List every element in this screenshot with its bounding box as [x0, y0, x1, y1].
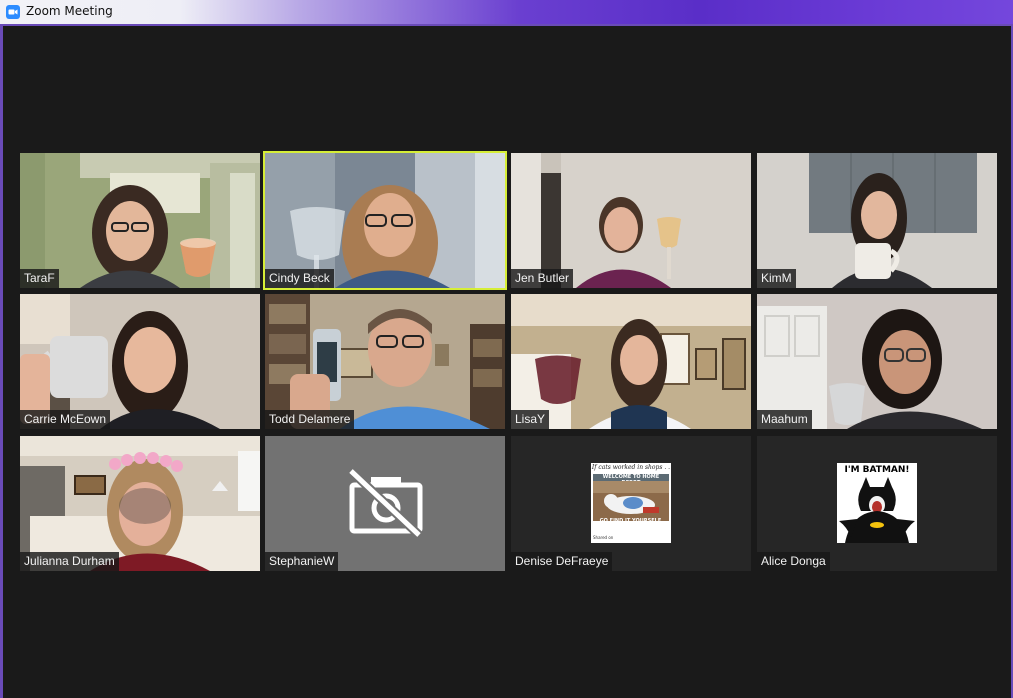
- video-tile-lisa[interactable]: LisaY: [511, 294, 751, 429]
- participant-video: [20, 153, 260, 288]
- window-title: Zoom Meeting: [26, 4, 113, 18]
- batman-caption: I'M BATMAN!: [844, 465, 910, 475]
- meme-bottom-text: GO FIND IT YOURSELF.: [599, 518, 663, 524]
- video-tile-carrie[interactable]: Carrie McEown: [20, 294, 260, 429]
- participant-name-label: Maahum: [757, 410, 812, 429]
- participant-video: [757, 153, 997, 288]
- participant-name-label: Julianna Durham: [20, 552, 119, 571]
- video-tile-denise[interactable]: If cats worked in shops . . . WELCOME TO…: [511, 436, 751, 571]
- participant-video: [757, 294, 997, 429]
- zoom-meeting-window: Zoom Meeting TaraF Cindy Beck Jen Butler…: [0, 0, 1013, 698]
- participant-video: [511, 153, 751, 288]
- participant-name-label: Jen Butler: [511, 269, 574, 288]
- window-frame-top: [0, 24, 1013, 26]
- camera-off-icon: [349, 469, 423, 537]
- participant-name-label: TaraF: [20, 269, 59, 288]
- profile-picture: If cats worked in shops . . . WELCOME TO…: [591, 463, 671, 543]
- participant-name-label: Todd Delamere: [265, 410, 355, 429]
- video-tile-jen[interactable]: Jen Butler: [511, 153, 751, 288]
- participant-name-label: LisaY: [511, 410, 550, 429]
- video-tile-cindy[interactable]: Cindy Beck: [265, 153, 505, 288]
- participant-video: [511, 294, 751, 429]
- participant-name-label: StephanieW: [265, 552, 339, 571]
- video-tile-stephanie[interactable]: StephanieW: [265, 436, 505, 571]
- participant-name-label: Alice Donga: [757, 552, 830, 571]
- participant-name-label: Denise DeFraeye: [511, 552, 613, 571]
- window-frame-left: [0, 24, 3, 698]
- video-tile-tara[interactable]: TaraF: [20, 153, 260, 288]
- participant-name-label: KimM: [757, 269, 796, 288]
- video-tile-alice[interactable]: I'M BATMAN! Alice Donga: [757, 436, 997, 571]
- video-tile-maahum[interactable]: Maahum: [757, 294, 997, 429]
- participant-name-label: Cindy Beck: [265, 269, 334, 288]
- participant-video: [20, 436, 260, 571]
- video-tile-julianna[interactable]: Julianna Durham: [20, 436, 260, 571]
- meme-footer-text: Shared on: [593, 535, 614, 540]
- title-bar[interactable]: Zoom Meeting: [0, 0, 1013, 24]
- zoom-camera-icon: [6, 5, 20, 19]
- cat-image: [593, 481, 669, 521]
- participant-video: [20, 294, 260, 429]
- video-tile-kim[interactable]: KimM: [757, 153, 997, 288]
- participant-video: [265, 294, 505, 429]
- video-tile-todd[interactable]: Todd Delamere: [265, 294, 505, 429]
- participant-video: [265, 153, 505, 288]
- batman-cartoon: [839, 477, 915, 543]
- profile-picture: I'M BATMAN!: [837, 463, 917, 543]
- participant-name-label: Carrie McEown: [20, 410, 111, 429]
